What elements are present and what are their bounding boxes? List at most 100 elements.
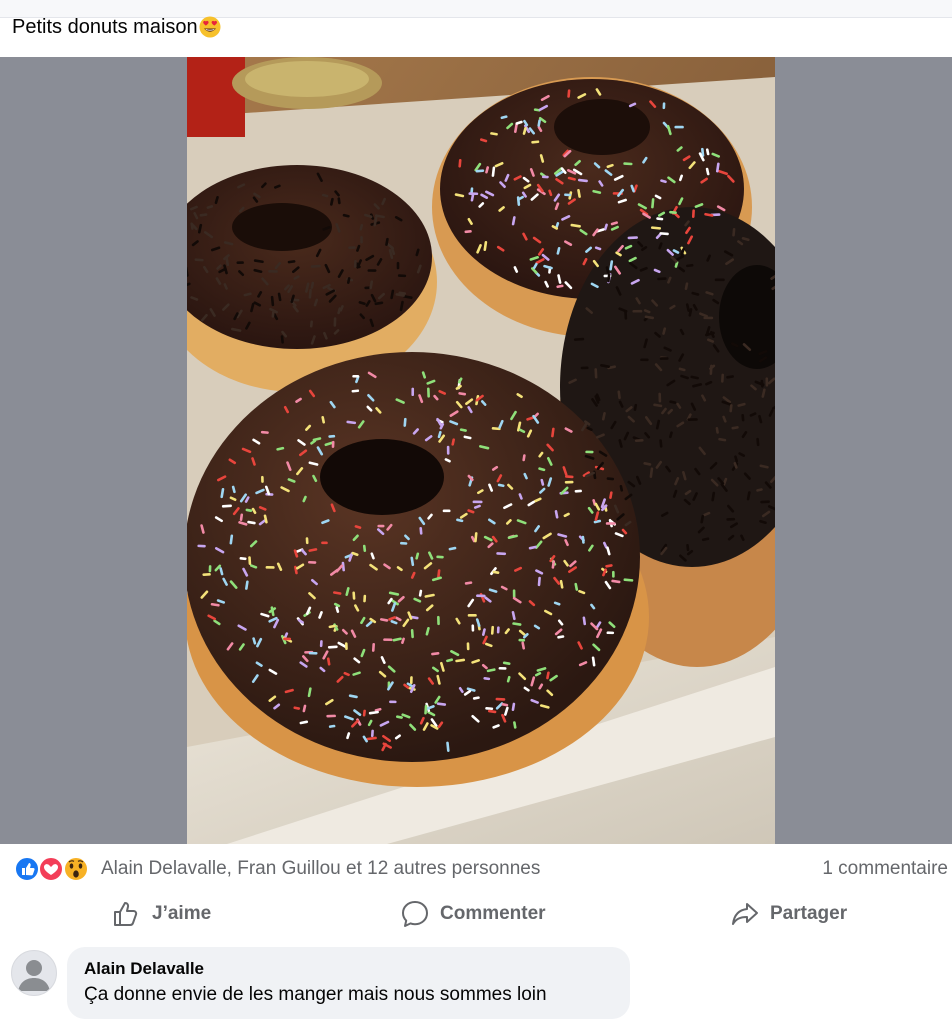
- sprinkle: [594, 246, 602, 251]
- sprinkle: [605, 564, 613, 568]
- sprinkle: [686, 543, 690, 552]
- sprinkle: [354, 525, 362, 529]
- sprinkle: [722, 415, 727, 423]
- sprinkle: [537, 119, 541, 127]
- sprinkle: [403, 417, 407, 427]
- sprinkle: [511, 216, 516, 226]
- sprinkle: [732, 227, 736, 237]
- sprinkle: [731, 426, 739, 430]
- sprinkle: [609, 491, 613, 499]
- sprinkle: [534, 671, 542, 677]
- sprinkle: [364, 213, 373, 219]
- sprinkle: [577, 189, 581, 198]
- sprinkle: [734, 455, 738, 463]
- sprinkle: [464, 581, 473, 585]
- reactions-summary[interactable]: Alain Delavalle, Fran Guillou et 12 autr…: [0, 852, 952, 886]
- sprinkle: [553, 601, 561, 606]
- avatar[interactable]: [11, 950, 57, 996]
- sprinkle: [651, 198, 655, 209]
- share-button[interactable]: Partager: [730, 896, 847, 932]
- sprinkle: [684, 282, 689, 291]
- sprinkle: [348, 694, 358, 699]
- sprinkle: [707, 338, 715, 343]
- sprinkle: [605, 266, 610, 274]
- sprinkle: [582, 616, 587, 626]
- sprinkle: [539, 704, 550, 709]
- sprinkle: [239, 513, 244, 521]
- sprinkle: [586, 426, 593, 431]
- sprinkle: [705, 167, 710, 176]
- sprinkle: [431, 652, 440, 656]
- sprinkle: [515, 120, 523, 125]
- sprinkle: [277, 292, 282, 302]
- sprinkle: [362, 544, 367, 552]
- sprinkle: [220, 487, 225, 499]
- sprinkle: [649, 467, 654, 478]
- sprinkle: [483, 677, 491, 681]
- sprinkle: [374, 707, 382, 712]
- sprinkle: [685, 303, 690, 312]
- sprinkle: [473, 504, 481, 509]
- sprinkle: [705, 380, 713, 386]
- sprinkle: [284, 688, 294, 694]
- sprinkle: [518, 493, 523, 500]
- comment-count[interactable]: 1 commentaire: [822, 857, 948, 881]
- post-photo[interactable]: [187, 57, 775, 844]
- sprinkle: [706, 254, 711, 262]
- sprinkle: [421, 371, 427, 379]
- sprinkle: [337, 197, 341, 205]
- sprinkle: [308, 288, 312, 299]
- sprinkle: [538, 467, 546, 472]
- sprinkle: [715, 426, 719, 434]
- reaction-names[interactable]: Alain Delavalle, Fran Guillou et 12 autr…: [101, 857, 540, 881]
- sprinkle: [513, 721, 517, 729]
- default-avatar-icon: [18, 960, 50, 991]
- sprinkle: [200, 524, 205, 534]
- sprinkle: [276, 446, 285, 451]
- sprinkle: [392, 637, 402, 642]
- sprinkle: [756, 437, 760, 447]
- comment-button[interactable]: Commenter: [400, 896, 546, 932]
- sprinkle: [759, 464, 769, 469]
- sprinkle: [446, 741, 450, 752]
- sprinkle: [551, 427, 555, 438]
- sprinkle: [210, 602, 220, 607]
- sprinkle: [390, 620, 398, 625]
- sprinkle: [199, 213, 208, 217]
- sprinkle: [674, 261, 679, 268]
- sprinkle: [601, 411, 606, 421]
- sprinkle: [522, 127, 527, 135]
- sprinkle: [436, 569, 441, 580]
- sprinkle: [287, 260, 296, 264]
- sprinkle: [458, 158, 462, 168]
- reaction-icons[interactable]: [14, 856, 94, 882]
- sprinkle: [190, 223, 194, 230]
- sprinkle: [573, 337, 585, 341]
- comment-author[interactable]: Alain Delavalle: [84, 958, 614, 980]
- sprinkle: [537, 576, 541, 587]
- sprinkle: [470, 535, 476, 543]
- sprinkle: [370, 552, 375, 560]
- sprinkle: [746, 491, 751, 501]
- sprinkle: [540, 478, 545, 486]
- comment-text: Ça donne envie de les manger mais nous s…: [84, 984, 547, 1005]
- sprinkle: [388, 248, 394, 259]
- sprinkle: [656, 217, 664, 221]
- sprinkle: [523, 472, 528, 480]
- sprinkle: [591, 656, 596, 667]
- sprinkle: [729, 404, 733, 413]
- sprinkle: [557, 274, 562, 284]
- sprinkle: [756, 488, 763, 492]
- sprinkle: [252, 637, 257, 645]
- sprinkle: [701, 147, 705, 157]
- like-button[interactable]: J’aime: [112, 896, 211, 932]
- sprinkle: [223, 283, 228, 290]
- sprinkle: [229, 496, 237, 502]
- sprinkle: [643, 309, 651, 314]
- sprinkle: [633, 403, 638, 411]
- thumbs-up-icon: [114, 902, 138, 926]
- sprinkle: [446, 658, 454, 663]
- sprinkle: [307, 687, 312, 698]
- like-reaction-icon: [14, 856, 40, 882]
- sprinkle: [761, 388, 766, 398]
